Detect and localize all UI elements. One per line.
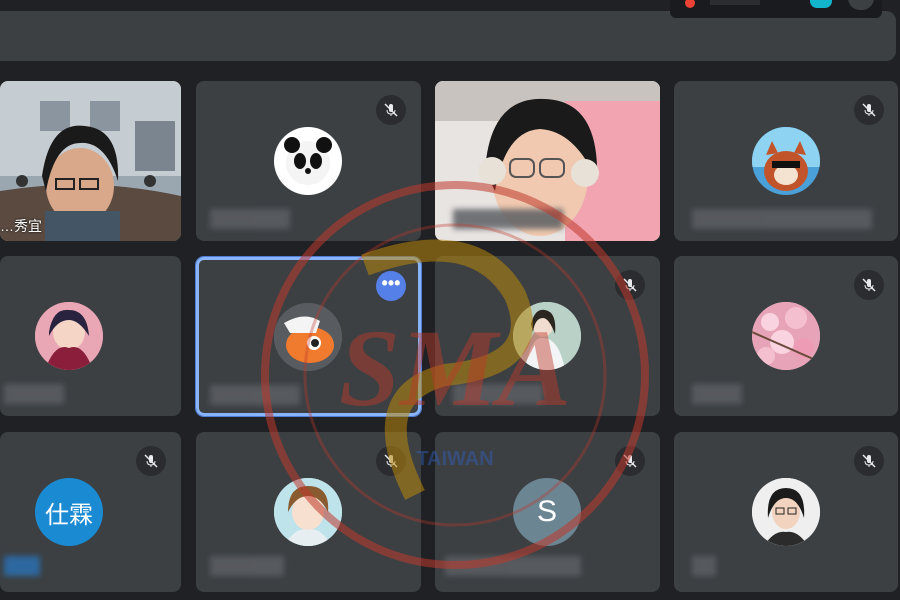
mic-off-icon	[376, 446, 406, 476]
participant-name	[692, 209, 872, 229]
participant-tile[interactable]	[0, 256, 181, 416]
participant-tile[interactable]: S	[435, 432, 660, 592]
participant-tile-active-speaker[interactable]: •••	[195, 256, 422, 417]
participant-name	[4, 556, 40, 576]
avatar-initials: S	[536, 495, 557, 528]
participant-name	[4, 384, 64, 404]
participant-tile[interactable]	[674, 432, 898, 592]
anime-girl-avatar	[35, 302, 103, 370]
participant-name	[453, 384, 543, 404]
participant-tile[interactable]	[674, 256, 898, 416]
meeting-top-bar	[0, 11, 896, 61]
participant-name	[692, 556, 716, 576]
mic-off-icon	[136, 446, 166, 476]
anime-boy-avatar	[274, 478, 342, 546]
recording-indicator-icon	[685, 0, 695, 8]
participant-tile[interactable]	[435, 81, 660, 241]
initials-avatar: 仕霖	[35, 478, 103, 546]
mic-off-icon	[854, 95, 884, 125]
recording-label	[710, 0, 760, 5]
participant-name: …秀宜	[0, 218, 42, 234]
participant-tile[interactable]	[674, 81, 898, 241]
initials-avatar: S	[513, 478, 581, 546]
participant-tile[interactable]	[435, 256, 660, 416]
participant-tile[interactable]	[196, 81, 421, 241]
chick-avatar	[274, 303, 342, 371]
mic-off-icon	[376, 95, 406, 125]
white-dress-avatar	[513, 302, 581, 370]
participant-name	[210, 209, 290, 229]
glasses-woman-avatar	[752, 478, 820, 546]
panda-avatar	[274, 127, 342, 195]
mic-off-icon[interactable]	[848, 0, 874, 10]
more-options-button[interactable]: •••	[376, 271, 406, 301]
mic-off-icon	[615, 446, 645, 476]
avatar-initials: 仕霖	[45, 501, 93, 529]
red-panda-avatar	[752, 127, 820, 195]
participants-icon[interactable]	[810, 0, 832, 8]
participant-name	[453, 209, 563, 229]
participant-name	[692, 384, 742, 404]
participant-tile[interactable]: …秀宜	[0, 81, 181, 241]
mic-off-icon	[615, 270, 645, 300]
participant-name	[445, 556, 581, 576]
participant-name	[210, 385, 300, 405]
top-controls	[670, 0, 882, 18]
participant-tile[interactable]	[196, 432, 421, 592]
participant-tile[interactable]: 仕霖	[0, 432, 181, 592]
mic-off-icon	[854, 270, 884, 300]
cherry-blossom-avatar	[752, 302, 820, 370]
participant-name	[210, 556, 284, 576]
mic-off-icon	[854, 446, 884, 476]
